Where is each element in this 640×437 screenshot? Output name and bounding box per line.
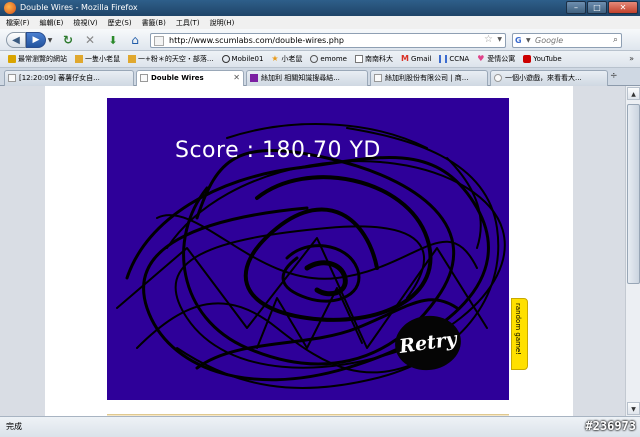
- menu-tools[interactable]: 工具(T): [176, 18, 200, 28]
- page-icon: [374, 74, 382, 82]
- url-dropdown-icon[interactable]: ▼: [497, 36, 502, 43]
- bookmark-gmail[interactable]: M Gmail: [400, 54, 431, 64]
- emome-icon: [310, 55, 319, 63]
- tab-5[interactable]: 一個小遊戲，來看看大...: [490, 70, 608, 86]
- bookmark-emome[interactable]: emome: [310, 55, 347, 63]
- bookmark-ccna[interactable]: CCNA: [439, 55, 469, 63]
- status-bar: 完成 #236973: [0, 416, 640, 437]
- tab-4[interactable]: 絲加利股份有限公司 | 商...: [370, 70, 488, 86]
- scroll-down-button[interactable]: ▼: [627, 402, 640, 415]
- site-favicon: [154, 36, 164, 46]
- menu-file[interactable]: 檔案(F): [6, 18, 30, 28]
- menu-view[interactable]: 檢視(V): [73, 18, 97, 28]
- menu-edit[interactable]: 編輯(E): [40, 18, 64, 28]
- forward-button[interactable]: ▶: [26, 32, 46, 48]
- tab-list-icon[interactable]: ÷: [610, 71, 618, 81]
- score-text: Score : 180.70 YD: [175, 138, 381, 163]
- bookmark-mobile01[interactable]: Mobile01: [221, 55, 263, 63]
- back-arrow-icon: ◀: [12, 34, 20, 46]
- scroll-up-button[interactable]: ▲: [627, 87, 640, 100]
- watermark: #236973: [585, 419, 636, 433]
- scrollbar-thumb[interactable]: [627, 104, 640, 284]
- bookmark-sky-blog[interactable]: 一+粉＊的天空・部落...: [128, 54, 214, 64]
- chevron-down-icon: ▼: [47, 36, 53, 44]
- bookmarks-overflow-icon[interactable]: »: [629, 54, 634, 63]
- reload-icon: ↻: [62, 33, 74, 47]
- url-input[interactable]: [169, 35, 469, 46]
- chart-icon: [439, 55, 448, 63]
- close-button[interactable]: ✕: [608, 1, 638, 14]
- search-engine-dropdown-icon[interactable]: ▼: [526, 37, 531, 44]
- minimize-button[interactable]: –: [566, 1, 586, 14]
- tab-1[interactable]: [12:20:09] 蕃薯仔女自...: [4, 70, 134, 86]
- status-text: 完成: [6, 422, 22, 431]
- search-icon[interactable]: ⌕: [613, 35, 618, 45]
- stop-icon: ✕: [84, 33, 96, 47]
- bookmark-most-visited[interactable]: 最常瀏覽的網站: [8, 54, 67, 64]
- tab-3[interactable]: 絲加利 相關知識搜尋結...: [246, 70, 368, 86]
- back-button[interactable]: ◀: [6, 32, 26, 48]
- home-icon: ⌂: [131, 33, 139, 47]
- vertical-scrollbar[interactable]: ▲ ▼: [625, 86, 640, 416]
- menu-bookmarks[interactable]: 書籤(B): [142, 18, 166, 28]
- mobile01-icon: [221, 55, 230, 63]
- forward-arrow-icon: ▶: [32, 35, 40, 45]
- download-button[interactable]: ⬇: [106, 32, 120, 48]
- bookmark-little-mouse[interactable]: ★ 小老鼠: [271, 54, 302, 64]
- random-game-tab[interactable]: random game!: [511, 298, 528, 370]
- bookmark-star-icon[interactable]: ☆: [484, 34, 493, 45]
- mobile01-icon: [494, 74, 502, 82]
- folder-icon: [128, 55, 136, 63]
- page-icon: [140, 74, 148, 82]
- youtube-icon: [523, 55, 532, 63]
- google-icon: G: [515, 36, 522, 45]
- maximize-button[interactable]: □: [587, 1, 607, 14]
- home-button[interactable]: ⌂: [128, 32, 142, 48]
- stop-button[interactable]: ✕: [84, 33, 96, 47]
- navigation-toolbar: ◀ ▶ ▼ ↻ ✕ ⬇ ⌂ ☆ ▼ G ▼ ⌕: [0, 29, 640, 51]
- page-viewport: Score : 180.70 YD Retry random game!: [0, 86, 625, 418]
- heart-icon: ♥: [477, 54, 485, 63]
- window-title: Double Wires - Mozilla Firefox: [20, 3, 138, 12]
- yahoo-icon: [250, 74, 258, 82]
- window-title-bar: Double Wires - Mozilla Firefox – □ ✕: [0, 0, 640, 16]
- menu-history[interactable]: 歷史(S): [108, 18, 132, 28]
- folder-icon: [75, 55, 83, 63]
- download-icon: ⬇: [108, 33, 118, 47]
- menu-help[interactable]: 說明(H): [210, 18, 235, 28]
- game-canvas[interactable]: Score : 180.70 YD Retry: [107, 98, 509, 400]
- star-folder-icon: [8, 55, 16, 63]
- web-page: Score : 180.70 YD Retry: [45, 86, 573, 418]
- bookmark-love-apartment[interactable]: ♥ 愛情公寓: [477, 54, 515, 64]
- bookmark-youtube[interactable]: YouTube: [523, 55, 562, 63]
- page-icon: [8, 74, 16, 82]
- page-icon: [354, 55, 363, 63]
- address-bar[interactable]: ☆ ▼: [150, 33, 506, 48]
- star-icon: ★: [271, 54, 279, 63]
- firefox-icon: [4, 2, 16, 14]
- history-dropdown-button[interactable]: ▼: [46, 35, 54, 45]
- gmail-icon: M: [400, 54, 409, 63]
- reload-button[interactable]: ↻: [62, 33, 74, 47]
- tab-double-wires[interactable]: Double Wires ✕: [136, 70, 244, 87]
- search-input[interactable]: [535, 35, 605, 46]
- menu-bar: 檔案(F) 編輯(E) 檢視(V) 歷史(S) 書籤(B) 工具(T) 說明(H…: [0, 16, 640, 29]
- bookmark-university[interactable]: 南南科大: [354, 54, 393, 64]
- bookmark-mouse[interactable]: 一隻小老鼠: [75, 54, 120, 64]
- close-tab-icon[interactable]: ✕: [233, 71, 240, 85]
- search-box[interactable]: G ▼ ⌕: [512, 33, 622, 48]
- bookmarks-toolbar: 最常瀏覽的網站 一隻小老鼠 一+粉＊的天空・部落... Mobile01 ★ 小老…: [0, 51, 640, 68]
- tab-bar: [12:20:09] 蕃薯仔女自... Double Wires ✕ 絲加利 相…: [0, 68, 640, 87]
